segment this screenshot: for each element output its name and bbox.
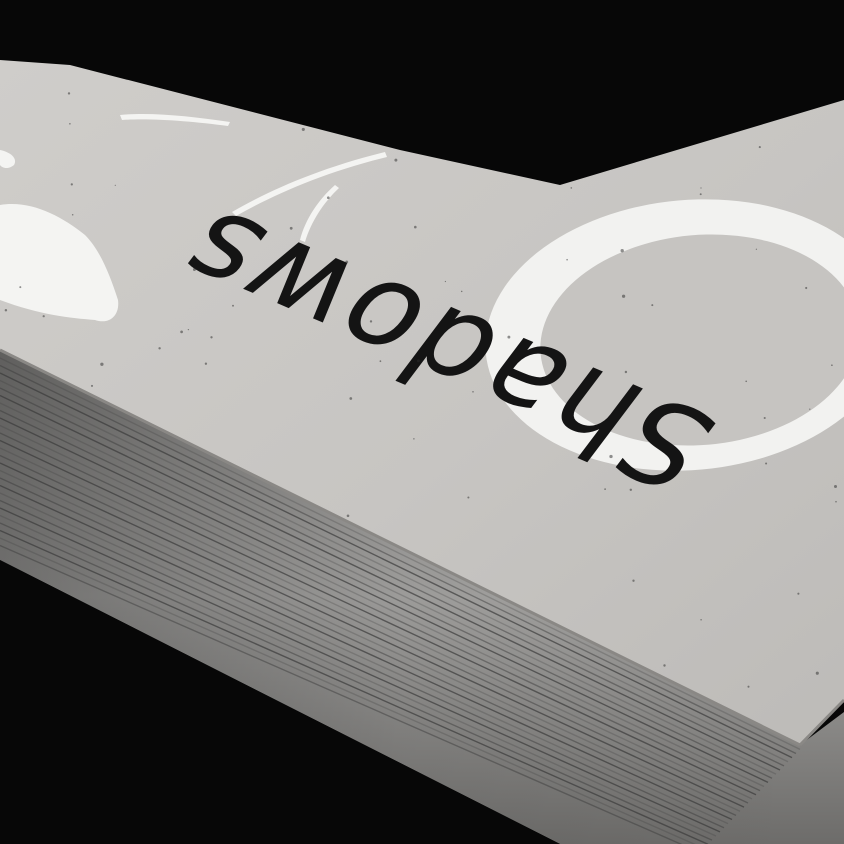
paper-speckle bbox=[797, 592, 800, 595]
paper-speckle bbox=[349, 397, 353, 400]
paper-speckle bbox=[629, 488, 633, 492]
paper-speckle bbox=[158, 347, 161, 350]
paper-speckle bbox=[369, 320, 373, 323]
paper-speckle bbox=[609, 454, 613, 459]
paper-speckle bbox=[507, 335, 511, 339]
paper-speckle bbox=[90, 384, 94, 387]
paper-speckle bbox=[100, 362, 104, 366]
paper-speckle bbox=[747, 685, 750, 688]
paper-speckle bbox=[204, 362, 208, 365]
paper-speckle bbox=[42, 315, 45, 318]
paper-speckle bbox=[326, 196, 330, 200]
paper-speckle bbox=[621, 294, 626, 298]
paper-speckle bbox=[467, 496, 470, 499]
paper-speckle bbox=[69, 123, 71, 125]
paper-speckle bbox=[835, 500, 837, 503]
paper-speckle bbox=[700, 187, 702, 189]
paper-speckle bbox=[70, 183, 73, 186]
paper-speckle bbox=[805, 286, 808, 290]
paper-speckle bbox=[394, 158, 398, 162]
paper-speckle bbox=[745, 380, 748, 383]
paper-speckle bbox=[289, 226, 293, 230]
paper-speckle bbox=[71, 213, 74, 216]
paper-speckle bbox=[700, 618, 702, 621]
paper-speckle bbox=[180, 330, 183, 334]
photo-scene: Shadows bbox=[0, 0, 844, 844]
paper-speckle bbox=[624, 370, 628, 374]
paper-speckle bbox=[831, 364, 833, 367]
paper-speckle bbox=[815, 671, 819, 675]
paper-speckle bbox=[755, 248, 758, 250]
paper-speckle bbox=[67, 92, 71, 95]
paper-speckle bbox=[210, 336, 213, 339]
paper-speckle bbox=[604, 488, 606, 490]
paper-speckle bbox=[301, 127, 305, 131]
paper-speckle bbox=[472, 391, 474, 393]
paper-speckle bbox=[19, 286, 22, 289]
paper-speckle bbox=[413, 438, 415, 440]
paper-speckle bbox=[232, 304, 234, 307]
paper-speckle bbox=[444, 280, 447, 283]
paper-speckle bbox=[809, 408, 811, 410]
paper-speckle bbox=[663, 664, 666, 667]
paper-speckle bbox=[345, 260, 349, 264]
paper-speckle bbox=[833, 484, 838, 489]
paper-speckle bbox=[460, 290, 463, 293]
paper-speckle bbox=[763, 416, 766, 420]
paper-speckle bbox=[651, 304, 654, 307]
paper-speckle bbox=[620, 249, 624, 253]
paper-speckle bbox=[192, 268, 196, 271]
paper-speckle bbox=[699, 193, 702, 196]
paper-speckle bbox=[765, 462, 768, 465]
book-photo: Shadows bbox=[0, 0, 844, 844]
paper-speckle bbox=[379, 360, 382, 363]
paper-speckle bbox=[187, 328, 190, 331]
paper-speckle bbox=[566, 258, 568, 261]
paper-speckle bbox=[114, 184, 116, 186]
paper-speckle bbox=[346, 514, 350, 518]
paper-speckle bbox=[414, 225, 417, 229]
paper-speckle bbox=[416, 359, 420, 363]
paper-speckle bbox=[758, 146, 761, 149]
paper-speckle bbox=[4, 309, 8, 312]
paper-speckle bbox=[570, 187, 573, 189]
paper-speckle bbox=[632, 579, 635, 582]
